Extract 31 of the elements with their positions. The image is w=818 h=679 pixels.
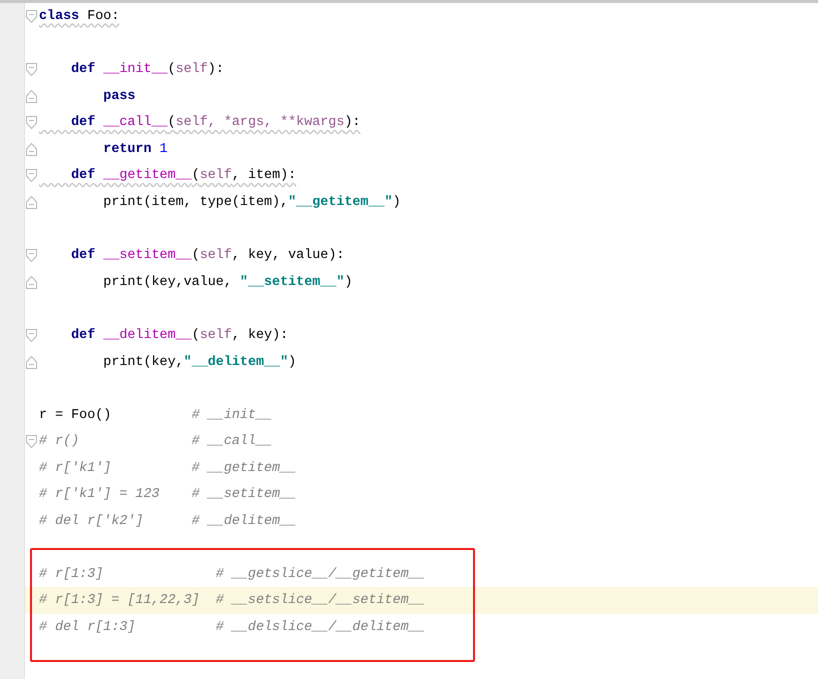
code-line: def __init__(self):	[70, 62, 224, 77]
fold-marker-icon[interactable]	[26, 196, 37, 209]
fold-marker-icon[interactable]	[26, 276, 37, 289]
fold-marker-icon[interactable]	[26, 356, 37, 369]
code-line: def __delitem__(self, key):	[70, 328, 288, 343]
fold-marker-icon[interactable]	[26, 169, 37, 182]
code-line: def __setitem__(self, key, value):	[70, 248, 344, 264]
fold-marker-icon[interactable]	[26, 142, 37, 156]
fold-marker-icon[interactable]	[26, 90, 37, 103]
fold-marker-icon[interactable]	[26, 62, 37, 76]
code-line: def __getitem__(self, item):	[70, 168, 296, 184]
code-line: # r[1:3] = [11,22,3] # __setslice__/__setitem__	[38, 593, 425, 608]
code-line: print(key,value, "__setitem__")	[102, 274, 352, 290]
code-line: print(key,"__delitem__")	[102, 354, 296, 370]
fold-marker-icon[interactable]	[26, 328, 37, 342]
fold-marker-icon[interactable]	[26, 435, 37, 448]
fold-marker-icon[interactable]	[26, 116, 37, 130]
code-line: # r['k1'] # __getitem__	[38, 460, 296, 476]
code-line: return 1	[102, 142, 168, 157]
code-line: pass	[102, 88, 136, 104]
code-line: print(item, type(item),"__getitem__")	[102, 194, 401, 210]
code-line: def __call__(self, *args, **kwargs):	[70, 115, 360, 130]
code-line: class Foo:	[38, 8, 120, 24]
code-line: # del r[1:3] # __delslice__/__delitem__	[38, 620, 425, 635]
fold-marker-icon[interactable]	[26, 249, 37, 262]
code-line: r = Foo() # __init__	[38, 408, 272, 423]
code-line: # r['k1'] = 123 # __setitem__	[38, 487, 296, 502]
code-line: # r() # __call__	[38, 434, 272, 450]
code-line: # r[1:3] # __getslice__/__getitem__	[38, 566, 425, 582]
code-line: # del r['k2'] # __delitem__	[38, 514, 296, 530]
fold-marker-icon[interactable]	[26, 10, 37, 23]
